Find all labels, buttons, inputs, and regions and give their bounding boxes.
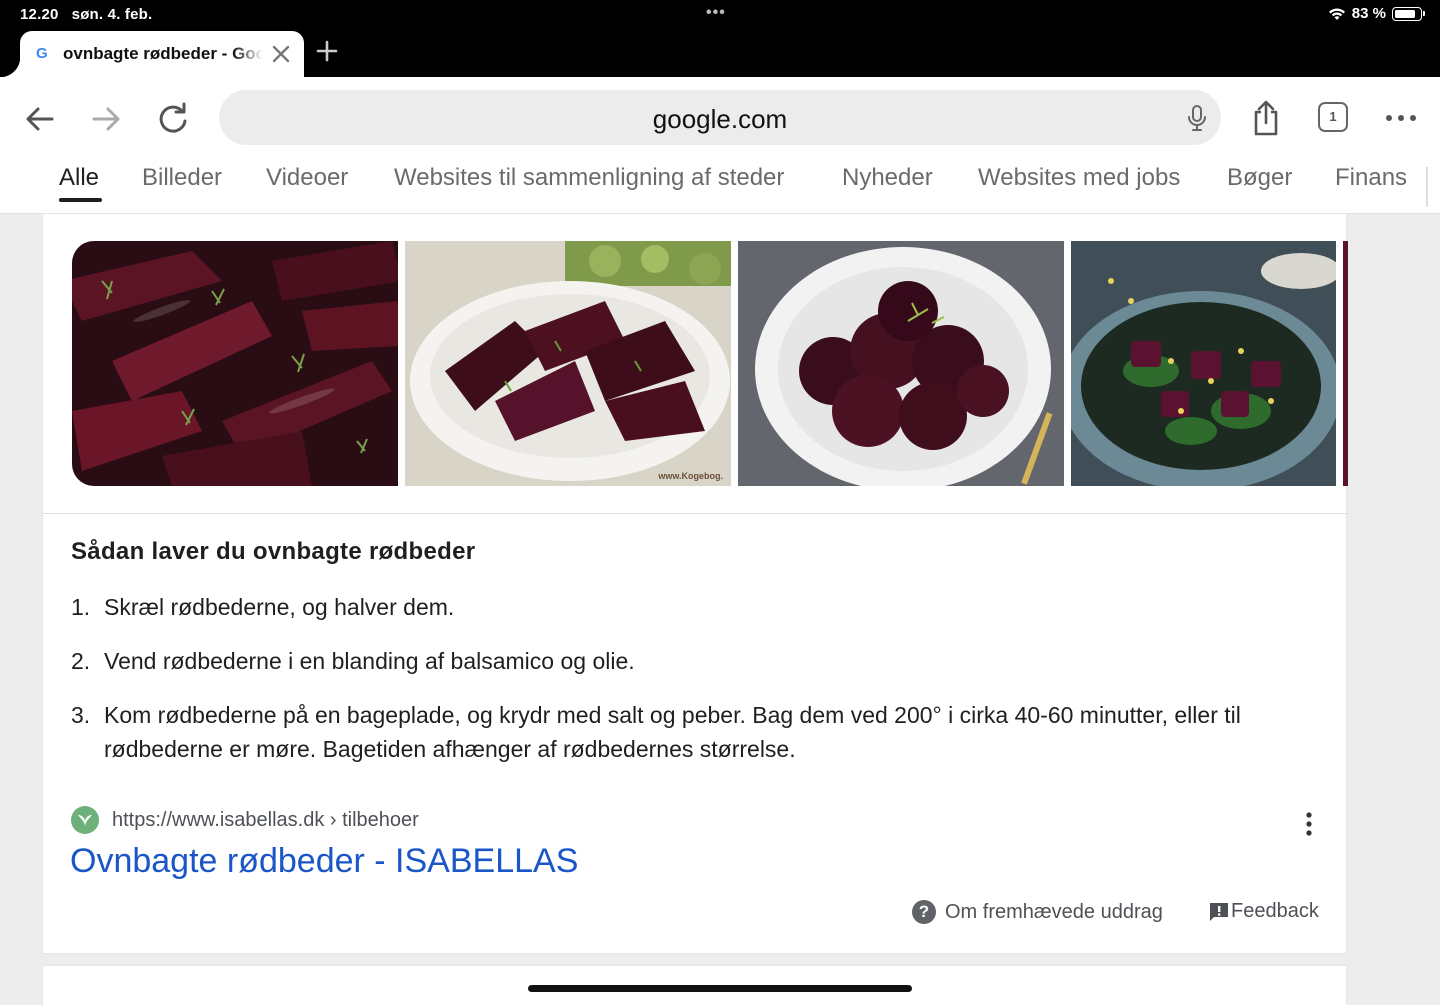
feedback-button[interactable]: Feedback (1208, 900, 1319, 923)
status-time: 12.20 søn. 4. feb. (20, 6, 152, 23)
step-text: Vend rødbederne i en blanding af balsami… (104, 648, 635, 674)
active-tab-indicator (59, 198, 102, 202)
url-text[interactable]: google.com (219, 104, 1221, 135)
battery-icon (1392, 6, 1425, 21)
home-indicator[interactable] (528, 985, 912, 992)
list-item: 1. Skræl rødbederne, og halver dem. (71, 590, 1321, 624)
tab-finans[interactable]: Finans (1335, 164, 1407, 192)
google-favicon-icon: G (36, 45, 48, 62)
arrow-left-icon[interactable] (22, 101, 58, 137)
battery-percent: 83 % (1351, 5, 1386, 22)
more-vertical-icon[interactable] (1297, 810, 1321, 838)
result-title-link[interactable]: Ovnbagte rødbeder - ISABELLAS (70, 842, 578, 881)
tab-alle[interactable]: Alle (59, 164, 99, 192)
feedback-label: Feedback (1231, 900, 1319, 922)
multitask-dots[interactable]: ••• (706, 4, 726, 22)
tab-websites-sammenligning[interactable]: Websites til sammenligning af steder (394, 164, 784, 192)
tab-title: ovnbagte rødbeder - Google-søgning (63, 44, 263, 63)
tabs-scroll-edge (1426, 167, 1428, 207)
about-snippets-button[interactable]: ? Om fremhævede uddrag (912, 900, 1163, 924)
arrow-right-icon[interactable] (88, 101, 124, 137)
more-horizontal-icon[interactable] (1384, 99, 1418, 137)
close-icon[interactable] (270, 43, 292, 65)
image-watermark: www.Kogebog. (657, 471, 723, 481)
browser-tab-active[interactable]: G ovnbagte rødbeder - Google-søgning (0, 31, 304, 77)
browser-toolbar: google.com 1 (0, 77, 1440, 161)
tab-nyheder[interactable]: Nyheder (842, 164, 933, 192)
featured-snippet-card: www.Kogebog. Sådan laver du ovnbagte rød… (42, 214, 1348, 954)
list-item: 2. Vend rødbederne i en blanding af bals… (71, 644, 1321, 678)
snippet-image-peek (1343, 241, 1348, 486)
address-bar[interactable]: google.com (219, 90, 1221, 145)
leaf-icon (71, 806, 99, 834)
tab-websites-jobs[interactable]: Websites med jobs (978, 164, 1180, 192)
result-source[interactable]: https://www.isabellas.dk › tilbehoer (71, 806, 419, 834)
status-clock: 12.20 (20, 6, 59, 23)
step-text: Kom rødbederne på en bageplade, og krydr… (104, 702, 1241, 762)
snippet-image[interactable] (1071, 241, 1336, 486)
snippet-divider (43, 513, 1348, 514)
plus-icon[interactable] (316, 40, 338, 62)
tab-billeder[interactable]: Billeder (142, 164, 222, 192)
step-number: 3. (71, 702, 91, 728)
snippet-image-carousel: www.Kogebog. (72, 241, 1348, 486)
source-url[interactable]: https://www.isabellas.dk › tilbehoer (112, 809, 419, 832)
about-snippets-label: Om fremhævede uddrag (945, 900, 1163, 923)
tab-switcher-button[interactable]: 1 (1318, 102, 1348, 132)
status-indicators: 83 % (1328, 5, 1425, 22)
tab-videoer[interactable]: Videoer (266, 164, 348, 192)
step-text: Skræl rødbederne, og halver dem. (104, 594, 455, 620)
reload-icon[interactable] (155, 101, 191, 137)
status-and-tab-strip: 12.20 søn. 4. feb. ••• 83 % G ovnbagte r… (0, 0, 1440, 77)
snippet-image[interactable] (738, 241, 1064, 486)
step-number: 2. (71, 648, 91, 674)
wifi-icon (1328, 7, 1345, 20)
feedback-icon (1210, 902, 1228, 921)
share-icon[interactable] (1249, 99, 1283, 137)
list-item: 3. Kom rødbederne på en bageplade, og kr… (71, 698, 1321, 766)
snippet-title: Sådan laver du ovnbagte rødbeder (71, 538, 476, 565)
battery-level (1395, 9, 1415, 18)
microphone-icon[interactable] (1185, 104, 1209, 132)
search-category-tabs: Alle Billeder Videoer Websites til samme… (0, 161, 1440, 214)
step-number: 1. (71, 594, 91, 620)
tab-boger[interactable]: Bøger (1227, 164, 1292, 192)
recipe-steps: 1. Skræl rødbederne, og halver dem. 2. V… (71, 590, 1321, 786)
snippet-image[interactable]: www.Kogebog. (405, 241, 731, 486)
snippet-image[interactable] (72, 241, 398, 486)
help-icon: ? (912, 900, 936, 924)
status-date: søn. 4. feb. (71, 6, 153, 23)
